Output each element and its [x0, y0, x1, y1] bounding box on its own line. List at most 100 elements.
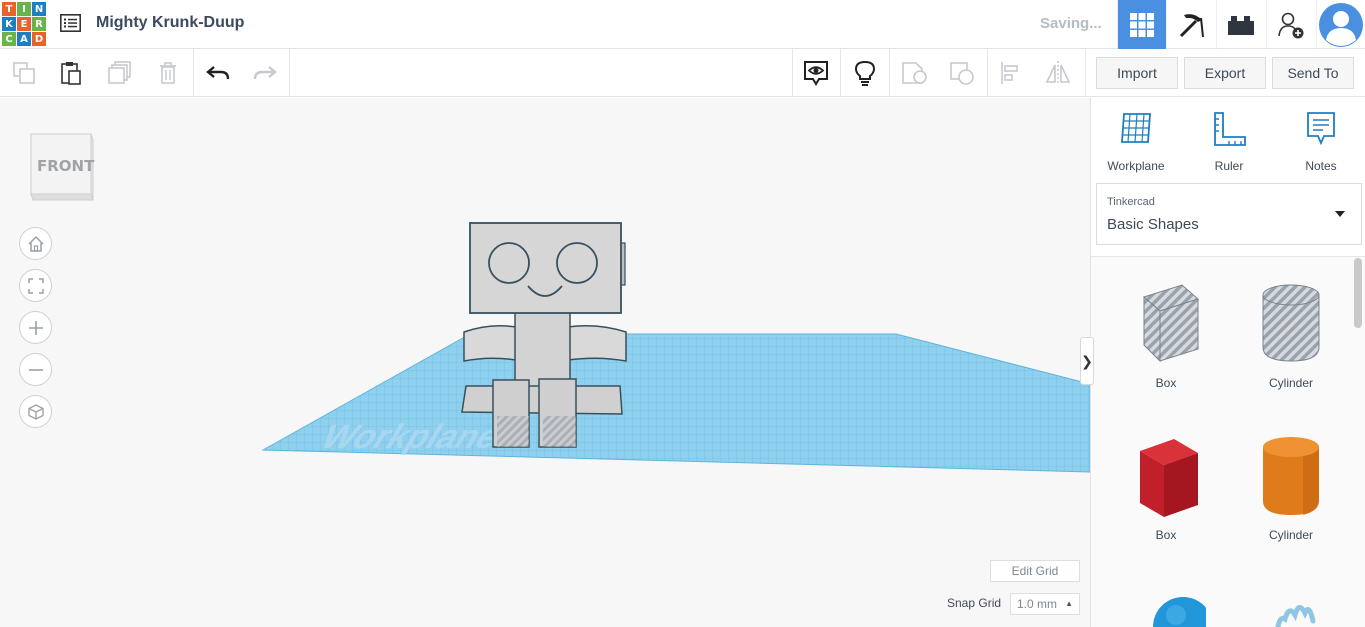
copy-button[interactable] — [9, 58, 39, 88]
shape-cylinder[interactable]: Cylinder — [1236, 431, 1346, 542]
invite-user-button[interactable] — [1266, 0, 1315, 49]
logo-letter: D — [32, 32, 46, 46]
nav-lego-button[interactable] — [1216, 0, 1265, 49]
workplane-viewport[interactable]: Workplane FRONT Edit Grid Snap Grid 1.0 … — [0, 98, 1090, 627]
ungroup-icon — [950, 62, 974, 85]
fit-view-icon — [27, 277, 44, 294]
cylinder-icon — [1263, 437, 1319, 515]
toolbar-separator — [792, 49, 793, 97]
view-cube[interactable]: FRONT — [28, 132, 94, 202]
edit-grid-button[interactable]: Edit Grid — [990, 560, 1080, 582]
copy-icon — [13, 62, 35, 84]
workplane-icon — [1121, 113, 1151, 143]
logo-letter: T — [2, 2, 16, 16]
logo-letter: I — [17, 2, 31, 16]
shape-label: Cylinder — [1268, 528, 1313, 542]
align-icon — [1001, 62, 1018, 84]
shape-label: Cylinder — [1268, 376, 1313, 390]
sphere-icon — [1153, 597, 1213, 627]
paste-icon — [61, 62, 81, 85]
scribble-icon — [1275, 605, 1316, 627]
perspective-toggle-button[interactable] — [19, 395, 52, 428]
top-bar: T I N K E R C A D Mighty Krunk-Duup Savi… — [0, 0, 1365, 49]
notes-tool[interactable]: Notes — [1281, 110, 1361, 173]
brick-icon — [1228, 15, 1254, 35]
edit-toolbar: Import Export Send To — [0, 49, 1365, 97]
logo-letter: K — [2, 17, 16, 31]
collapse-panel-button[interactable]: ❯ — [1080, 337, 1094, 385]
minus-icon — [28, 368, 43, 371]
snap-grid-select[interactable]: 1.0 mm ▲ — [1010, 593, 1080, 615]
duplicate-button[interactable] — [105, 58, 135, 88]
ruler-tool[interactable]: Ruler — [1189, 110, 1269, 173]
redo-button[interactable] — [250, 58, 280, 88]
import-button[interactable]: Import — [1096, 57, 1178, 89]
shapes-panel: Workplane Ruler Notes Tinkercad Basic Sh… — [1090, 98, 1365, 627]
zoom-out-button[interactable] — [19, 353, 52, 386]
logo-letter: A — [17, 32, 31, 46]
ungroup-button[interactable] — [947, 58, 977, 88]
shape-sphere[interactable] — [1111, 585, 1221, 627]
design-list-icon[interactable] — [60, 14, 81, 32]
ruler-label: Ruler — [1214, 159, 1244, 173]
toolbar-separator — [289, 49, 290, 97]
caret-up-icon: ▲ — [1065, 599, 1073, 608]
notes-icon — [1307, 112, 1335, 146]
trash-icon — [160, 62, 176, 84]
group-icon — [902, 62, 927, 84]
zoom-in-button[interactable] — [19, 311, 52, 344]
export-button[interactable]: Export — [1184, 57, 1266, 89]
profile-button[interactable] — [1316, 0, 1365, 49]
notes-visibility-button[interactable] — [801, 58, 831, 88]
cube-icon — [27, 403, 44, 420]
scene-canvas[interactable]: Workplane — [0, 98, 1090, 627]
hint-button[interactable] — [850, 58, 880, 88]
library-provider: Tinkercad — [1107, 196, 1155, 208]
align-button[interactable] — [996, 58, 1026, 88]
library-name: Basic Shapes — [1107, 216, 1199, 233]
fit-view-button[interactable] — [19, 269, 52, 302]
shape-label: Box — [1155, 528, 1177, 542]
undo-icon — [206, 66, 230, 80]
toolbar-separator — [987, 49, 988, 97]
view-cube-face[interactable]: FRONT — [37, 157, 94, 175]
box-icon — [1140, 439, 1198, 517]
workplane-label: Workplane — [1107, 159, 1165, 173]
shape-scribble[interactable] — [1236, 585, 1346, 627]
group-button[interactable] — [899, 58, 929, 88]
nav-3d-design-button[interactable] — [1117, 0, 1166, 49]
logo-letter: N — [32, 2, 46, 16]
paste-button[interactable] — [56, 58, 86, 88]
tinkercad-logo[interactable]: T I N K E R C A D — [2, 2, 46, 46]
toolbar-separator — [889, 49, 890, 97]
design-title[interactable]: Mighty Krunk-Duup — [96, 14, 244, 32]
plus-icon — [28, 320, 43, 335]
redo-icon — [253, 66, 277, 80]
send-to-button[interactable]: Send To — [1272, 57, 1354, 89]
avatar-icon — [1319, 2, 1363, 47]
mirror-icon — [1045, 61, 1071, 85]
nav-minecraft-button[interactable] — [1166, 0, 1215, 49]
save-status: Saving... — [1040, 15, 1102, 32]
shape-box[interactable]: Box — [1111, 431, 1221, 542]
snap-grid-label: Snap Grid — [947, 596, 1002, 610]
logo-letter: C — [2, 32, 16, 46]
mirror-button[interactable] — [1043, 58, 1073, 88]
dropdown-arrow-icon — [1335, 211, 1345, 217]
shape-library-select[interactable]: Tinkercad Basic Shapes — [1096, 183, 1362, 245]
snap-grid-value: 1.0 mm — [1017, 597, 1058, 611]
shape-box-hole[interactable]: Box — [1111, 279, 1221, 390]
undo-button[interactable] — [203, 58, 233, 88]
duplicate-icon — [108, 61, 131, 84]
shape-grid: Box Cylinder Box Cylinder — [1091, 256, 1365, 627]
delete-button[interactable] — [153, 58, 183, 88]
panel-scrollbar[interactable] — [1354, 258, 1362, 328]
workplane-label: Workplane — [314, 417, 509, 455]
home-view-button[interactable] — [19, 227, 52, 260]
cylinder-hole-icon — [1262, 284, 1320, 362]
workplane-tool[interactable]: Workplane — [1096, 110, 1176, 173]
logo-letter: R — [32, 17, 46, 31]
shape-cylinder-hole[interactable]: Cylinder — [1236, 279, 1346, 390]
add-user-icon — [1278, 12, 1304, 38]
ruler-icon — [1214, 112, 1246, 146]
